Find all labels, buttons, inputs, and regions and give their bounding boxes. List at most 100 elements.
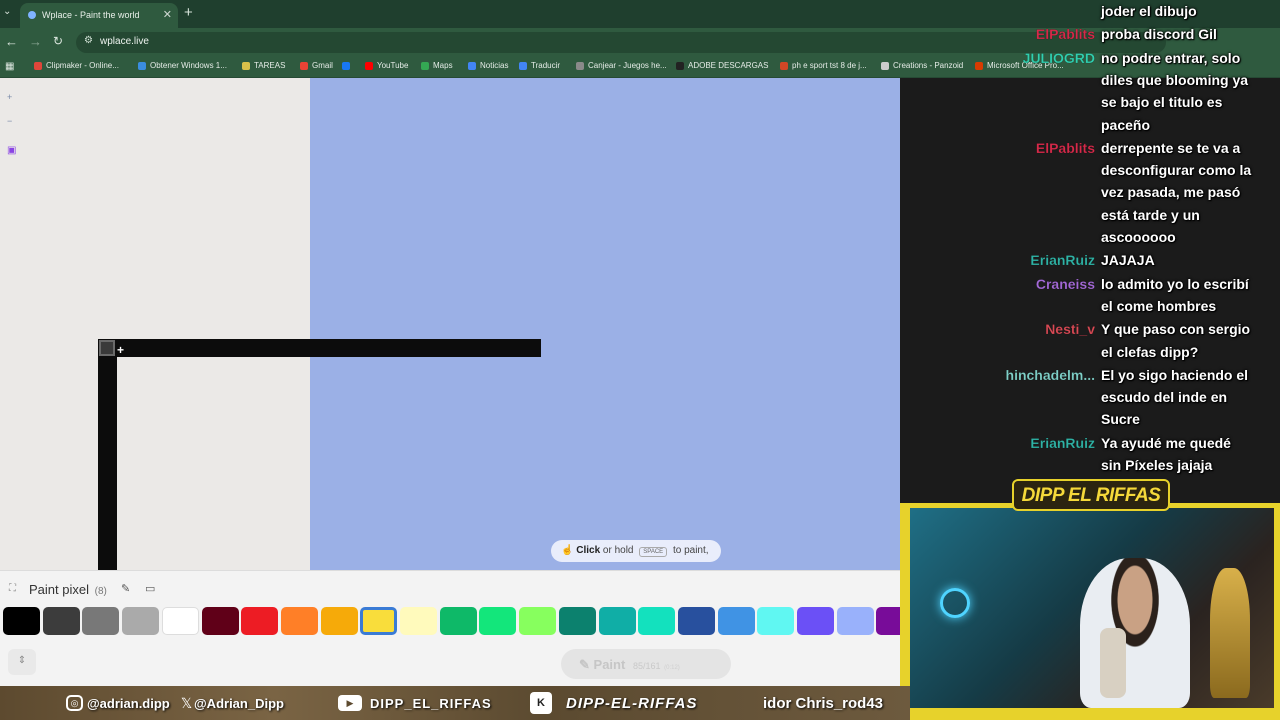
pencil-icon[interactable]: ✎ bbox=[121, 582, 130, 595]
crosshair-icon: + bbox=[117, 343, 125, 357]
hint-end: to paint, bbox=[672, 545, 709, 556]
chat-message-line: se bajo el titulo es bbox=[1101, 94, 1223, 111]
microphone bbox=[1100, 628, 1126, 698]
back-arrow-icon[interactable]: ← bbox=[5, 34, 18, 49]
color-swatch[interactable] bbox=[598, 607, 636, 635]
bookmark-item[interactable]: Canjear - Juegos he... bbox=[576, 61, 667, 75]
bookmark-label: Gmail bbox=[312, 61, 333, 70]
bookmark-label: ADOBE DESCARGAS bbox=[688, 61, 769, 70]
chat-message-line: ascoooooo bbox=[1101, 229, 1176, 245]
stream-chat: joder el dibujo ElPablits proba discord Gi… bbox=[900, 0, 1280, 500]
color-swatch[interactable] bbox=[836, 607, 874, 635]
bookmark-item[interactable]: Traducir bbox=[519, 61, 560, 75]
chat-username: hinchadelm... bbox=[1005, 366, 1095, 383]
bookmark-item[interactable]: Gmail bbox=[300, 61, 333, 75]
chat-username: Craneiss bbox=[1035, 275, 1096, 292]
color-swatch[interactable] bbox=[400, 607, 437, 635]
panel-title-text: Paint pixel bbox=[29, 582, 89, 597]
zoom-in-icon[interactable]: + bbox=[7, 92, 12, 102]
color-swatch[interactable] bbox=[717, 607, 755, 635]
bookmark-favicon-icon bbox=[519, 62, 527, 70]
color-swatch[interactable] bbox=[479, 607, 517, 635]
color-swatch[interactable] bbox=[201, 607, 239, 635]
chat-message-line: desconfigurar como la bbox=[1101, 162, 1252, 179]
bookmark-item[interactable]: Clipmaker - Online... bbox=[34, 61, 119, 75]
color-swatch[interactable] bbox=[677, 607, 715, 635]
color-swatch[interactable] bbox=[797, 607, 834, 635]
chat-username: ElPablits bbox=[1035, 26, 1096, 43]
chat-message-line: joder el dibujo bbox=[1101, 3, 1197, 19]
color-swatch[interactable] bbox=[161, 607, 199, 635]
instagram-icon: ◎ bbox=[66, 695, 83, 711]
forward-arrow-icon[interactable]: → bbox=[29, 34, 42, 49]
bookmark-item[interactable] bbox=[342, 61, 354, 75]
paint-button-label: Paint bbox=[593, 657, 626, 672]
paint-button[interactable]: ✎ Paint 85/161 (0:12) bbox=[561, 649, 731, 679]
bookmark-label: Obtener Windows 1... bbox=[150, 61, 227, 70]
chat-username: ElPablits bbox=[1035, 139, 1096, 156]
pixel-cursor bbox=[99, 340, 115, 356]
chat-message-line: Ya ayudé me quedé bbox=[1101, 434, 1231, 451]
expand-toggle-icon[interactable]: ⇕ bbox=[8, 649, 36, 675]
color-swatch[interactable] bbox=[757, 607, 795, 635]
painted-pixels-vertical bbox=[98, 339, 117, 570]
palette-info-icon[interactable]: ▭ bbox=[145, 582, 155, 595]
bookmark-item[interactable]: YouTube bbox=[365, 61, 408, 75]
bookmark-label: Clipmaker - Online... bbox=[46, 61, 119, 70]
reload-icon[interactable]: ↻ bbox=[53, 34, 63, 48]
collapse-icon[interactable]: ⛶ bbox=[9, 583, 16, 594]
chat-message-line: proba discord Gil bbox=[1101, 26, 1217, 43]
zoom-out-icon[interactable]: − bbox=[7, 116, 12, 126]
close-tab-icon[interactable]: ✕ bbox=[163, 8, 172, 21]
streamer bbox=[1080, 558, 1190, 708]
chat-message-line: paceño bbox=[1101, 116, 1151, 133]
chat-message-line: está tarde y un bbox=[1101, 206, 1200, 223]
color-swatch[interactable] bbox=[439, 607, 477, 635]
color-swatch[interactable] bbox=[519, 607, 557, 635]
paint-brush-icon: ✎ bbox=[579, 657, 590, 672]
chat-message-line: El yo sigo haciendo el bbox=[1101, 366, 1249, 383]
bookmark-label: Noticias bbox=[480, 61, 509, 70]
site-info-icon[interactable]: ⚙ bbox=[84, 35, 93, 46]
bookmark-favicon-icon bbox=[342, 62, 350, 70]
chat-message-line: diles que blooming ya bbox=[1101, 71, 1249, 88]
bookmark-item[interactable]: TAREAS bbox=[242, 61, 285, 75]
color-swatch[interactable] bbox=[82, 607, 120, 635]
painted-pixels-horizontal bbox=[98, 339, 541, 357]
hint-key: SPACE bbox=[639, 547, 668, 557]
color-swatch[interactable] bbox=[558, 607, 596, 635]
webcam-feed bbox=[910, 508, 1274, 708]
hint-click: Click bbox=[576, 545, 601, 556]
bookmark-item[interactable]: Maps bbox=[421, 61, 453, 75]
bookmark-item[interactable]: ph e sport tst 8 de j... bbox=[780, 61, 867, 75]
bookmark-item[interactable]: Noticias bbox=[468, 61, 508, 75]
youtube-icon: ▶ bbox=[338, 695, 362, 711]
color-swatch[interactable] bbox=[122, 607, 160, 635]
chat-message-line: JAJAJA bbox=[1101, 252, 1155, 269]
color-swatch[interactable] bbox=[638, 607, 676, 635]
apps-grid-icon[interactable]: ▦ bbox=[5, 61, 14, 72]
bookmark-favicon-icon bbox=[676, 62, 684, 70]
x-logo-icon: 𝕏 bbox=[180, 695, 193, 711]
map-canvas-land[interactable] bbox=[0, 78, 310, 570]
color-swatch[interactable] bbox=[320, 607, 358, 635]
banner-youtube: DIPP_EL_RIFFAS bbox=[370, 696, 492, 711]
bookmark-label: TAREAS bbox=[254, 61, 286, 70]
bookmark-item[interactable]: Obtener Windows 1... bbox=[138, 61, 227, 75]
tab-search-icon[interactable]: ⌄ bbox=[3, 6, 11, 17]
banner-x: @Adrian_Dipp bbox=[194, 696, 284, 711]
panel-pixel-count: (8) bbox=[94, 586, 107, 597]
color-swatch[interactable] bbox=[42, 607, 80, 635]
map-canvas-water[interactable] bbox=[310, 78, 900, 570]
new-tab-button[interactable]: + bbox=[184, 4, 193, 21]
color-swatch[interactable] bbox=[280, 607, 318, 635]
chat-message-line: derrepente se te va a bbox=[1101, 139, 1241, 156]
twitch-icon[interactable]: ▣ bbox=[7, 145, 16, 156]
chat-message-line: Y que paso con sergio bbox=[1101, 321, 1251, 338]
bookmark-favicon-icon bbox=[881, 62, 889, 70]
color-swatch[interactable] bbox=[3, 607, 40, 635]
color-swatch[interactable] bbox=[241, 607, 279, 635]
color-swatch[interactable] bbox=[360, 607, 398, 635]
browser-tab[interactable]: Wplace - Paint the world ✕ bbox=[20, 3, 178, 28]
bookmark-item[interactable]: ADOBE DESCARGAS bbox=[676, 61, 768, 75]
